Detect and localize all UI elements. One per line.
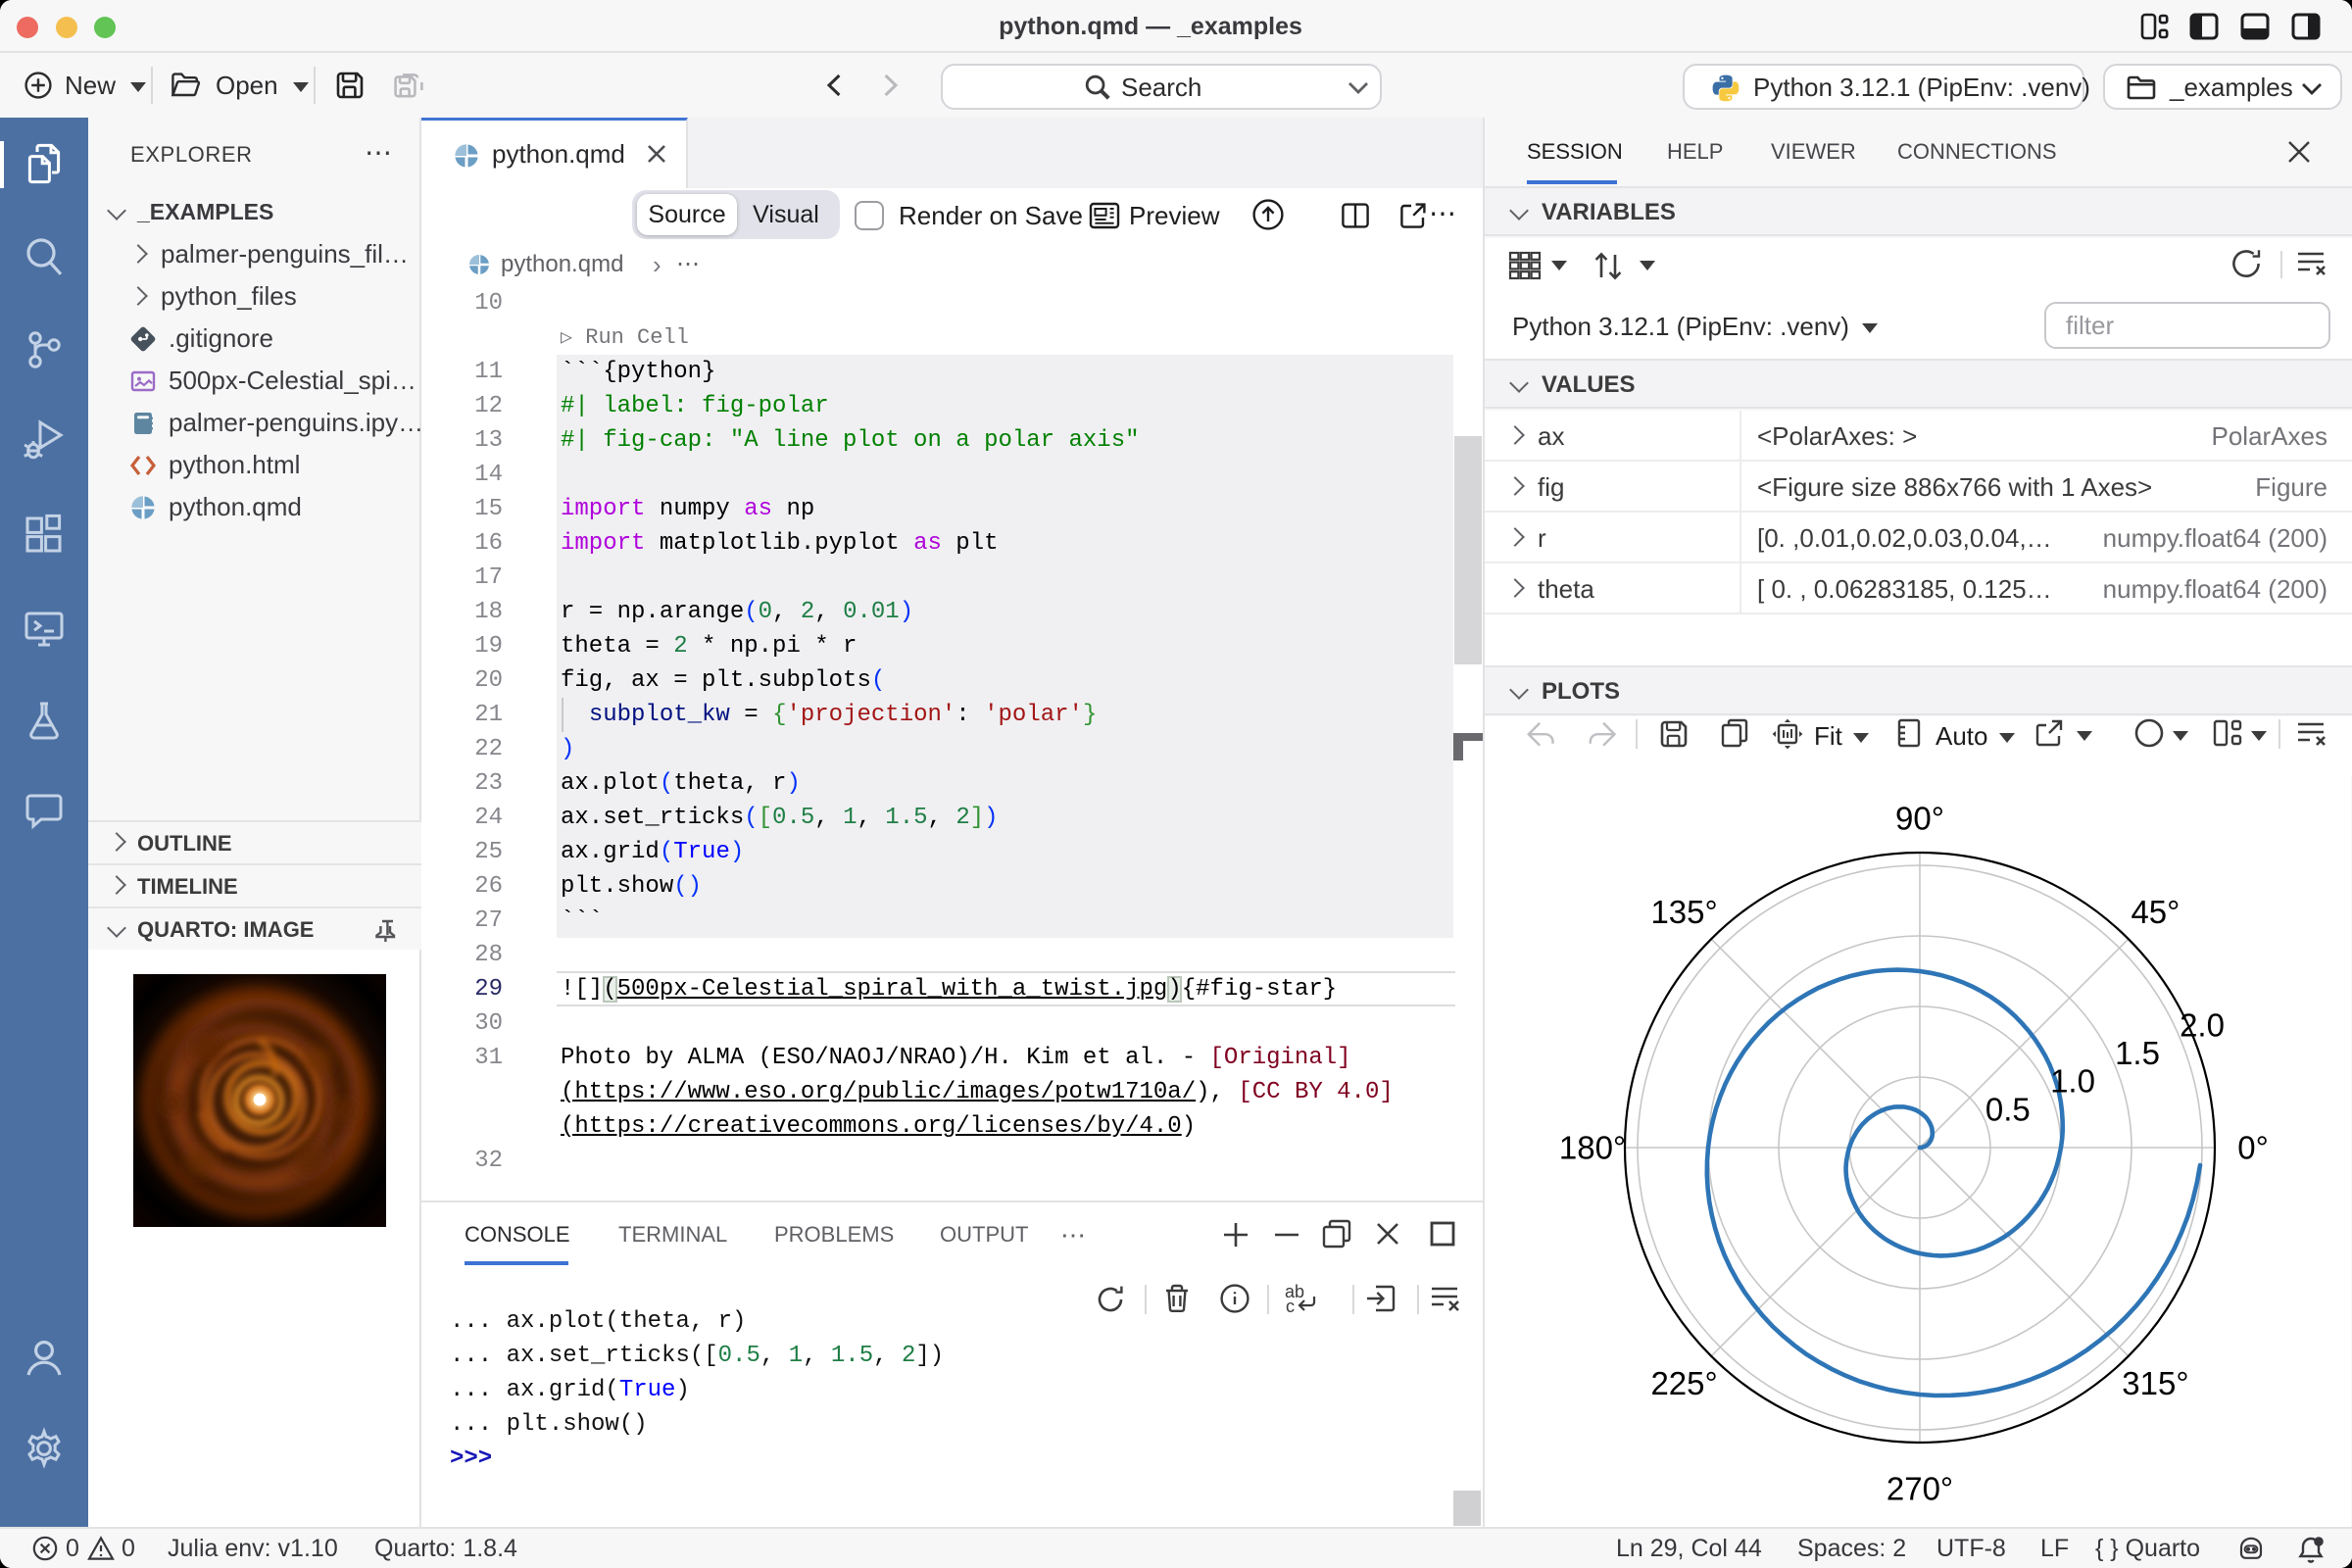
svg-text:45°: 45° [2131, 894, 2180, 930]
svg-text:0.5: 0.5 [1985, 1092, 2031, 1128]
svg-text:270°: 270° [1886, 1471, 1953, 1507]
svg-text:1.5: 1.5 [2115, 1035, 2160, 1071]
svg-text:315°: 315° [2122, 1365, 2188, 1401]
svg-text:180°: 180° [1559, 1130, 1626, 1166]
svg-text:1.0: 1.0 [2050, 1063, 2095, 1100]
svg-text:135°: 135° [1650, 894, 1717, 930]
svg-text:90°: 90° [1895, 801, 1944, 837]
svg-text:0°: 0° [2237, 1130, 2269, 1166]
svg-text:225°: 225° [1650, 1365, 1717, 1401]
svg-text:2.0: 2.0 [2180, 1006, 2225, 1043]
